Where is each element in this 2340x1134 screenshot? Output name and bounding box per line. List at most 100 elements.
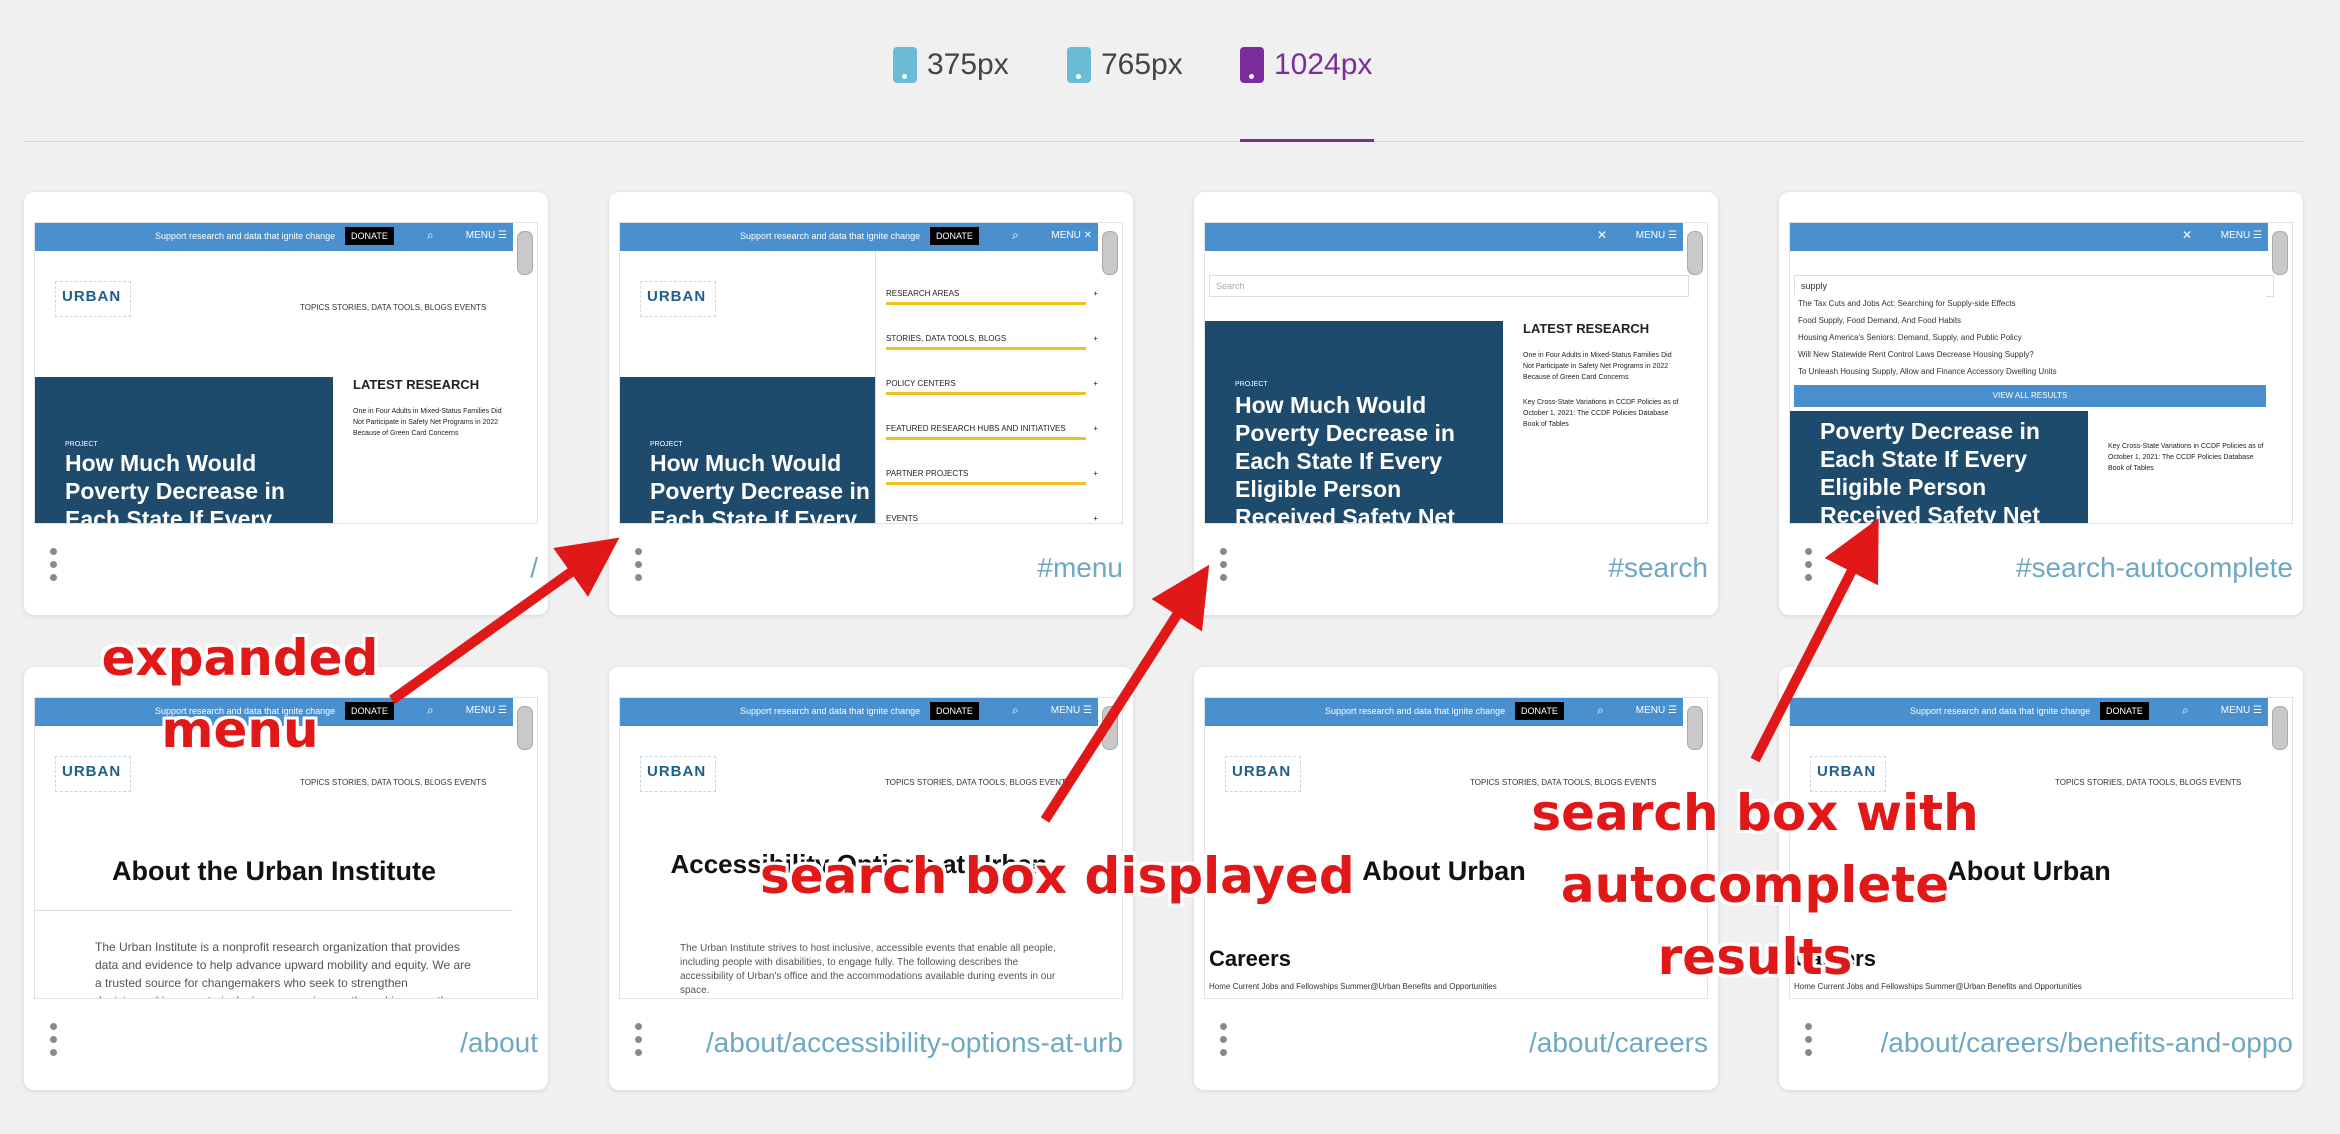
scrollbar[interactable] [517, 231, 533, 275]
menu-item: PARTNER PROJECTS + [886, 469, 1098, 485]
menu-label: MENU [1051, 230, 1081, 241]
menu-label: MENU [1050, 705, 1081, 716]
latest-research: Key Cross-State Variations in CCDF Polic… [2108, 411, 2268, 474]
menu-item: POLICY CENTERS + [886, 379, 1098, 395]
menu-label: MENU [465, 230, 496, 241]
menu-icon: MENU ☰ [1635, 230, 1677, 241]
site-nav: TOPICS STORIES, DATA TOOLS, BLOGS EVENTS [300, 303, 487, 312]
more-options-icon[interactable] [1220, 1023, 1228, 1062]
search-icon: ⌕ [427, 228, 434, 242]
menu-icon: MENU ☰ [465, 705, 507, 716]
logo-text: URBAN [647, 763, 707, 780]
screenshot-card-search[interactable]: ✕ MENU ☰ Search PROJECT How Much Would P… [1194, 192, 1718, 615]
hero-kicker: PROJECT [650, 441, 683, 448]
logo-text: URBAN [62, 288, 122, 305]
urban-logo: URBAN [640, 756, 716, 792]
page-title: About the Urban Institute [112, 856, 436, 886]
donate-button: DONATE [1515, 702, 1564, 720]
tab-label: 375px [927, 48, 1009, 81]
hero-title: Poverty Decrease in Each State If Every … [1820, 418, 2040, 524]
scrollbar[interactable] [1687, 231, 1703, 275]
screenshot-card-menu[interactable]: Support research and data that ignite ch… [609, 192, 1133, 615]
menu-item: RESEARCH AREAS + [886, 289, 1098, 305]
plus-icon: + [1093, 334, 1098, 343]
viewport-tabs: 375px 765px 1024px [0, 0, 2340, 142]
scrollbar[interactable] [1102, 231, 1118, 275]
more-options-icon[interactable] [1805, 1023, 1813, 1062]
page-path-link[interactable]: /about/careers [1529, 1027, 1708, 1059]
donate-button: DONATE [2100, 702, 2149, 720]
hero-kicker: PROJECT [65, 441, 98, 448]
more-options-icon[interactable] [50, 1023, 58, 1062]
search-input: Search [1209, 275, 1689, 297]
menu-label: MENU [1635, 230, 1666, 241]
close-icon: MENU ✕ [1051, 230, 1092, 241]
tab-375px[interactable]: 375px [893, 40, 1009, 90]
more-options-icon[interactable] [50, 548, 58, 587]
search-input: supply [1794, 275, 2274, 297]
donate-button: DONATE [930, 227, 979, 245]
page-path-link[interactable]: #search-autocomplete [2016, 552, 2293, 584]
latest-research: LATEST RESEARCH One in Four Adults in Mi… [1523, 321, 1683, 430]
menu-item: STORIES, DATA TOOLS, BLOGS + [886, 334, 1098, 350]
menu-label: MENU [2220, 230, 2251, 241]
page-path-link[interactable]: #menu [1037, 552, 1123, 584]
hero-kicker: PROJECT [1235, 381, 1268, 388]
logo-text: URBAN [1232, 763, 1292, 780]
menu-label: MENU [1635, 705, 1666, 716]
page-path-link[interactable]: #search [1608, 552, 1708, 584]
site-top-bar: Support research and data that ignite ch… [1205, 698, 1683, 726]
site-top-bar: Support research and data that ignite ch… [35, 223, 513, 251]
page-thumbnail[interactable]: Support research and data that ignite ch… [34, 222, 538, 524]
more-options-icon[interactable] [635, 1023, 643, 1062]
page-path-link[interactable]: /about/accessibility-options-at-urb [706, 1027, 1123, 1059]
screenshot-card-search-autocomplete[interactable]: ✕ MENU ☰ supply The Tax Cuts and Jobs Ac… [1779, 192, 2303, 615]
latest-item: Key Cross-State Variations in CCDF Polic… [2108, 443, 2264, 472]
scrollbar[interactable] [1687, 706, 1703, 750]
page-body-text: The Urban Institute is a nonprofit resea… [95, 940, 471, 998]
logo-text: URBAN [647, 288, 707, 305]
annotation-search-autocomplete: search box with autocomplete results [1531, 784, 1979, 986]
hero-title: How Much Would Poverty Decrease in Each … [650, 450, 870, 524]
page-path-link[interactable]: /about/careers/benefits-and-oppo [1881, 1027, 2294, 1059]
scrollbar[interactable] [1102, 706, 1118, 750]
tab-765px[interactable]: 765px [1067, 40, 1183, 90]
hero-feature: PROJECT How Much Would Poverty Decrease … [1205, 321, 1503, 523]
plus-icon: + [1093, 289, 1098, 298]
page-body-text: The Urban Institute strives to host incl… [680, 943, 1056, 996]
more-options-icon[interactable] [1220, 548, 1228, 587]
page-path-link[interactable]: / [530, 552, 538, 584]
tab-label: 765px [1101, 48, 1183, 81]
page-path-link[interactable]: /about [460, 1027, 538, 1059]
scrollbar[interactable] [2272, 231, 2288, 275]
scrollbar[interactable] [517, 706, 533, 750]
urban-logo: URBAN [55, 281, 131, 317]
menu-item: FEATURED RESEARCH HUBS AND INITIATIVES + [886, 424, 1098, 440]
urban-logo: URBAN [1225, 756, 1301, 792]
view-all-results-button: VIEW ALL RESULTS [1794, 385, 2266, 407]
screenshot-card-home[interactable]: Support research and data that ignite ch… [24, 192, 548, 615]
menu-item-label: RESEARCH AREAS [886, 289, 960, 298]
tab-label: 1024px [1274, 48, 1373, 81]
page-thumbnail[interactable]: ✕ MENU ☰ supply The Tax Cuts and Jobs Ac… [1789, 222, 2293, 524]
careers-subnav: Home Current Jobs and Fellowships Summer… [1209, 982, 1497, 991]
page-thumbnail[interactable]: ✕ MENU ☰ Search PROJECT How Much Would P… [1204, 222, 1708, 524]
hero-title: How Much Would Poverty Decrease in Each … [65, 450, 285, 524]
active-tab-indicator [1240, 139, 1374, 142]
hero-feature: Poverty Decrease in Each State If Every … [1790, 411, 2088, 524]
more-options-icon[interactable] [635, 548, 643, 587]
menu-icon: MENU ☰ [1050, 705, 1092, 716]
more-options-icon[interactable] [1805, 548, 1813, 587]
latest-item: Key Cross-State Variations in CCDF Polic… [1523, 399, 1679, 428]
support-text: Support research and data that ignite ch… [1910, 706, 2091, 716]
phone-icon [893, 47, 917, 83]
site-top-bar: Support research and data that ignite ch… [620, 223, 1098, 251]
page-thumbnail[interactable]: Support research and data that ignite ch… [619, 222, 1123, 524]
donate-button: DONATE [930, 702, 979, 720]
autocomplete-item: Will New Statewide Rent Control Laws Dec… [1798, 350, 2034, 359]
tab-1024px[interactable]: 1024px [1240, 40, 1372, 90]
autocomplete-item: Food Supply, Food Demand, And Food Habit… [1798, 316, 1962, 325]
support-text: Support research and data that ignite ch… [1325, 706, 1506, 716]
scrollbar[interactable] [2272, 706, 2288, 750]
support-text: Support research and data that ignite ch… [740, 706, 921, 716]
